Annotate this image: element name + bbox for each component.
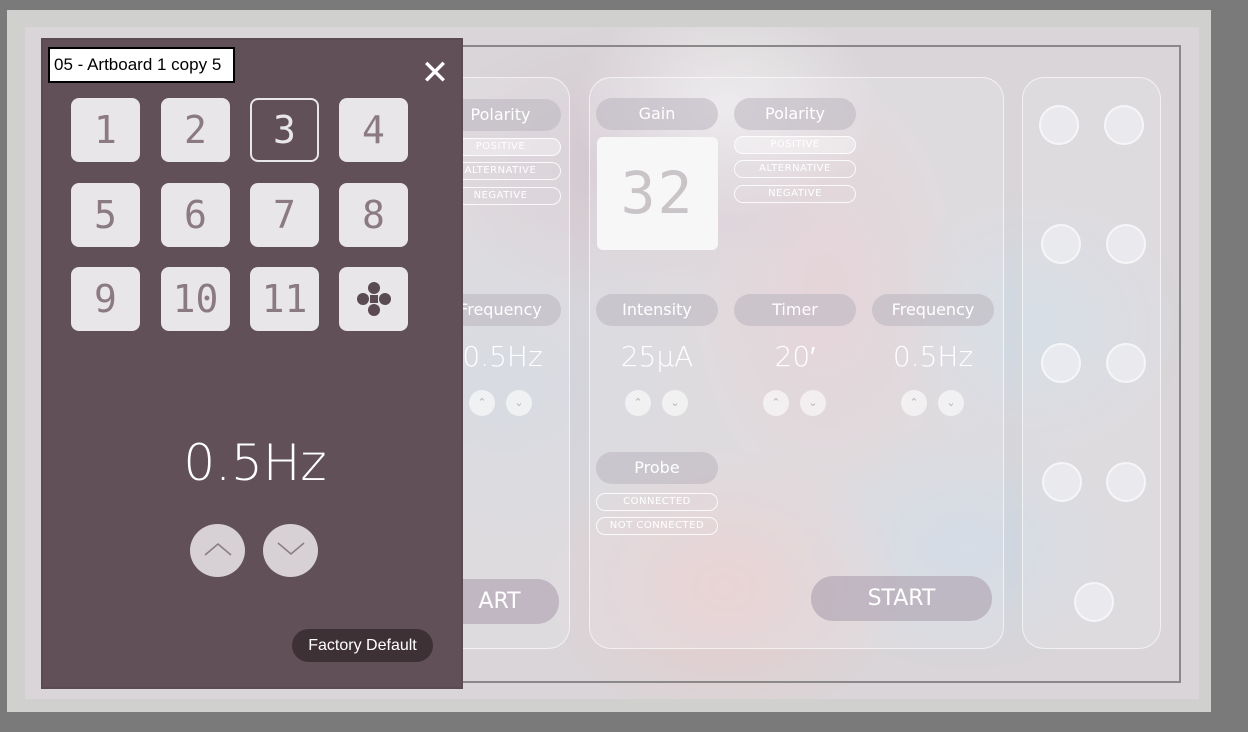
gain-display[interactable]: 32 bbox=[597, 137, 718, 250]
channel2-frequency-up-button[interactable]: ⌃ bbox=[901, 390, 927, 416]
chevron-up-icon bbox=[203, 542, 232, 556]
electrode-dot[interactable] bbox=[1039, 105, 1079, 145]
electrode-dot[interactable] bbox=[1041, 224, 1081, 264]
window-title: 05 - Artboard 1 copy 5 bbox=[48, 47, 235, 83]
intensity-up-button[interactable]: ⌃ bbox=[625, 390, 651, 416]
probe-not-connected-option[interactable]: NOT CONNECTED bbox=[596, 517, 718, 535]
channel2-polarity-alternative[interactable]: ALTERNATIVE bbox=[734, 160, 856, 178]
key-10[interactable]: 10 bbox=[161, 267, 230, 331]
key-6[interactable]: 6 bbox=[161, 183, 230, 247]
intensity-down-button[interactable]: ⌄ bbox=[662, 390, 688, 416]
electrode-dot[interactable] bbox=[1042, 462, 1082, 502]
intensity-label: Intensity bbox=[596, 294, 718, 326]
close-icon[interactable]: ✕ bbox=[418, 56, 452, 90]
channel2-polarity-label: Polarity bbox=[734, 98, 856, 130]
selected-value: 0.5Hz bbox=[183, 434, 327, 492]
channel2-frequency-value: 0.5Hz bbox=[892, 340, 974, 373]
key-4[interactable]: 4 bbox=[339, 98, 408, 162]
electrode-dot[interactable] bbox=[1041, 343, 1081, 383]
channel1-frequency-up-button[interactable]: ⌃ bbox=[469, 390, 495, 416]
key-3[interactable]: 3 bbox=[250, 98, 319, 162]
channel2-polarity-positive[interactable]: POSITIVE bbox=[734, 136, 856, 154]
electrode-dot[interactable] bbox=[1106, 343, 1146, 383]
timer-down-button[interactable]: ⌄ bbox=[800, 390, 826, 416]
chevron-down-icon bbox=[276, 542, 305, 556]
key-7[interactable]: 7 bbox=[250, 183, 319, 247]
electrode-dot[interactable] bbox=[1106, 462, 1146, 502]
channel1-frequency-down-button[interactable]: ⌄ bbox=[506, 390, 532, 416]
channel2-polarity-negative[interactable]: NEGATIVE bbox=[734, 185, 856, 203]
timer-label: Timer bbox=[734, 294, 856, 326]
channel2-frequency-down-button[interactable]: ⌄ bbox=[938, 390, 964, 416]
key-8[interactable]: 8 bbox=[339, 183, 408, 247]
key-2[interactable]: 2 bbox=[161, 98, 230, 162]
gain-label: Gain bbox=[596, 98, 718, 130]
four-point-star-key[interactable] bbox=[339, 267, 408, 331]
increase-button[interactable] bbox=[190, 524, 245, 577]
probe-label: Probe bbox=[596, 452, 718, 484]
channel2-start-button[interactable]: START bbox=[811, 576, 992, 621]
four-point-star-icon bbox=[356, 282, 391, 316]
timer-value: 20′ bbox=[774, 340, 816, 373]
electrode-dot[interactable] bbox=[1106, 224, 1146, 264]
key-1[interactable]: 1 bbox=[71, 98, 140, 162]
timer-up-button[interactable]: ⌃ bbox=[763, 390, 789, 416]
factory-default-button[interactable]: Factory Default bbox=[292, 629, 433, 662]
probe-connected-option[interactable]: CONNECTED bbox=[596, 493, 718, 511]
key-11[interactable]: 11 bbox=[250, 267, 319, 331]
decrease-button[interactable] bbox=[263, 524, 318, 577]
electrode-dot[interactable] bbox=[1074, 582, 1114, 622]
key-9[interactable]: 9 bbox=[71, 267, 140, 331]
channel2-frequency-label: Frequency bbox=[872, 294, 994, 326]
key-5[interactable]: 5 bbox=[71, 183, 140, 247]
electrode-dot[interactable] bbox=[1104, 105, 1144, 145]
intensity-value: 25µA bbox=[620, 340, 694, 373]
